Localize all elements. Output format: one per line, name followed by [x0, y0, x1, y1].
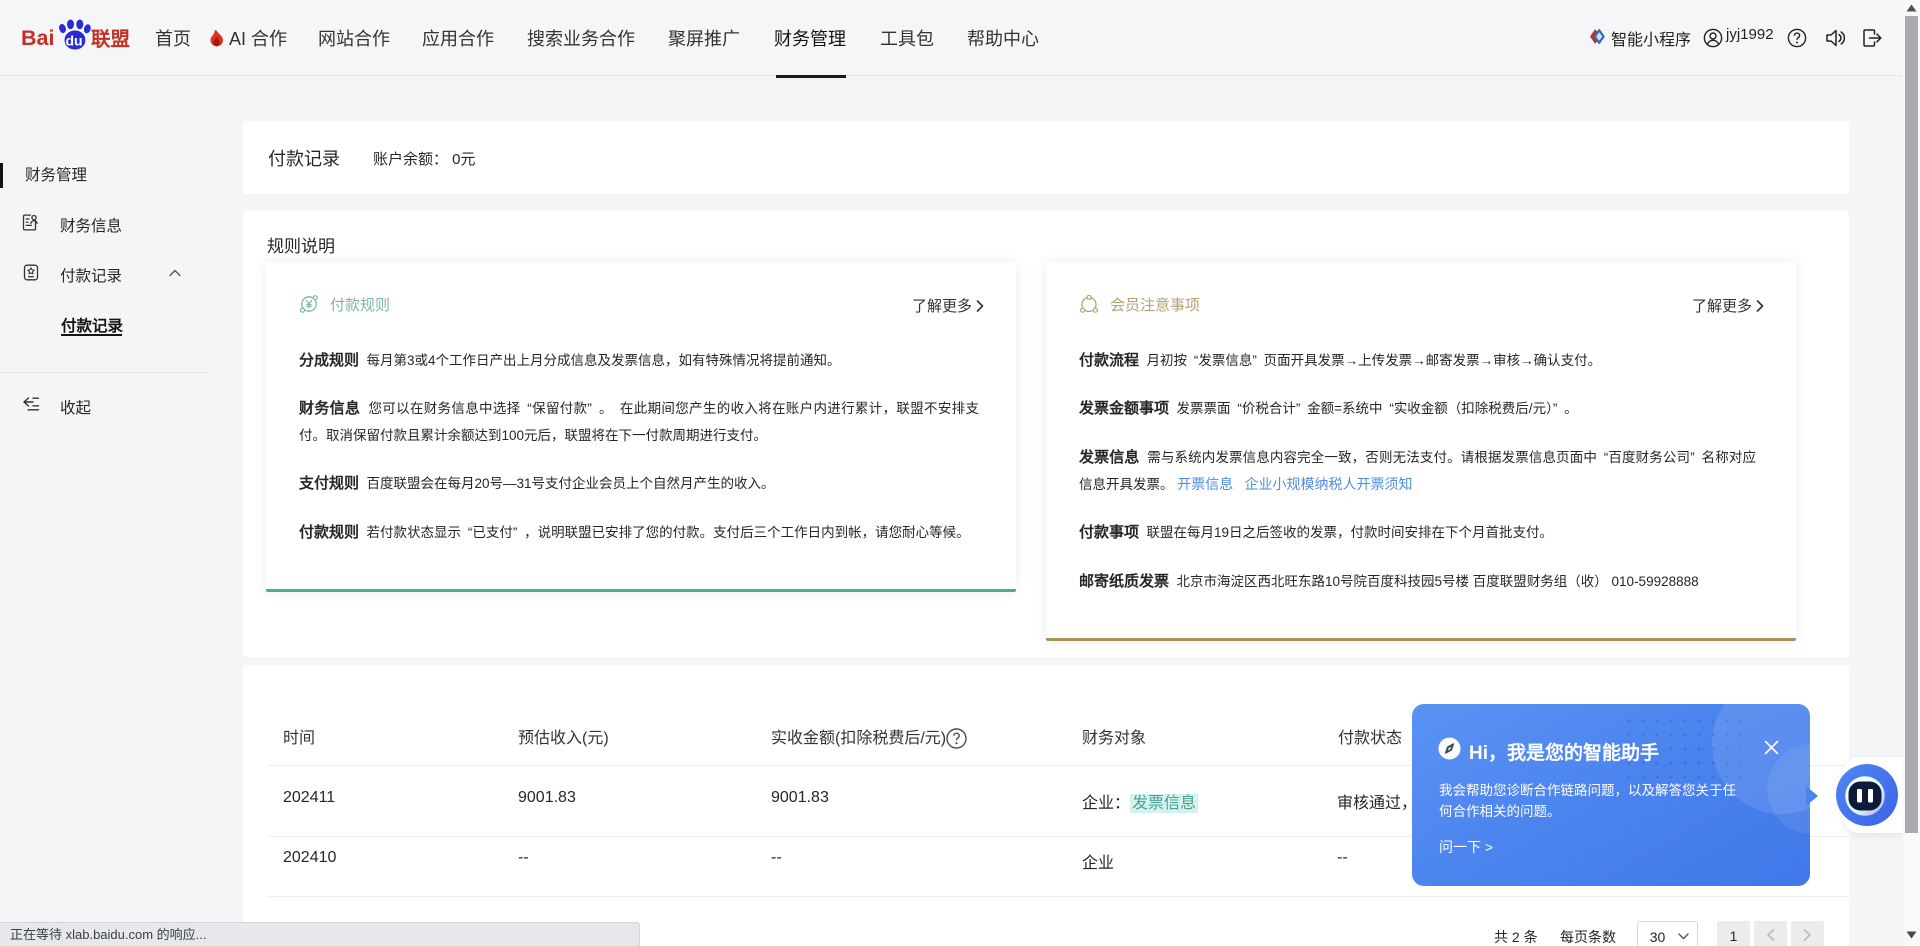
- svg-text:du: du: [66, 33, 83, 49]
- svg-text:Bai: Bai: [21, 26, 54, 50]
- svg-text:联盟: 联盟: [91, 29, 130, 51]
